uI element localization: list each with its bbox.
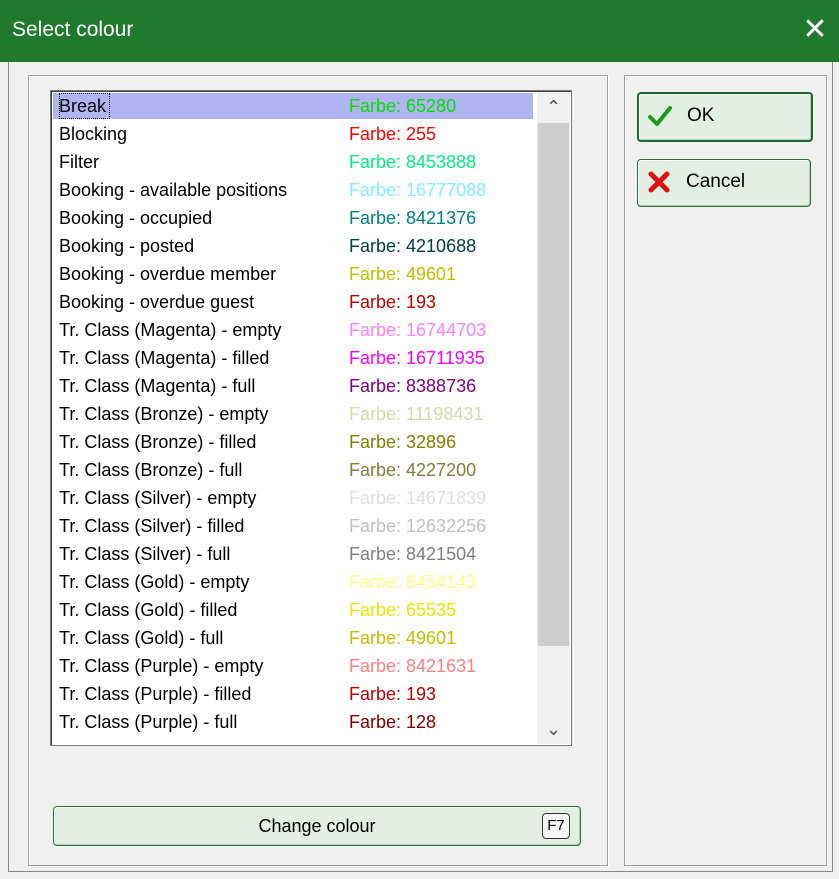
list-item-name: Tr. Class (Purple) - empty (59, 656, 264, 676)
colour-list[interactable]: Tr. Class (Purple) - full Farbe: 128 Tr. C… (50, 90, 572, 746)
list-item-colour-value: Farbe: 4210688 (349, 236, 477, 256)
list-item-name: Tr. Class (Bronze) - full (59, 460, 243, 480)
list-item-colour-value: Farbe: 16777088 (349, 180, 487, 200)
ok-button[interactable]: OK (637, 92, 813, 142)
x-icon (648, 171, 670, 193)
list-item-colour-value: Farbe: 65535 (349, 600, 457, 620)
list-item-colour-value: Farbe: 8421504 (349, 544, 477, 564)
title-bar: Select colour ✕ (0, 0, 839, 62)
change-colour-label: Change colour (258, 816, 376, 836)
list-item-colour-value: Farbe: 49601 (349, 628, 457, 648)
list-item-name: Tr. Class (Magenta) - full (59, 376, 256, 396)
vertical-scrollbar[interactable]: ⌃ ⌄ (537, 92, 570, 744)
list-item-colour-value: Farbe: 193 (349, 292, 437, 312)
list-item[interactable]: Tr. Class (Gold) - filled Farbe: 65535 (53, 597, 533, 623)
list-item[interactable]: Booking - overdue guest Farbe: 193 (53, 289, 533, 315)
list-item-name: Tr. Class (Magenta) - filled (59, 348, 270, 368)
ok-button-label: OK (687, 105, 715, 126)
list-item[interactable]: Tr. Class (Magenta) - full Farbe: 8388736 (53, 373, 533, 399)
list-item[interactable]: Tr. Class (Silver) - filled Farbe: 126322… (53, 513, 533, 539)
list-item-name: Tr. Class (Gold) - empty (59, 572, 250, 592)
list-item-name: Booking - available positions (59, 180, 288, 200)
list-item[interactable]: Tr. Class (Purple) - empty Farbe: 8421631 (53, 653, 533, 679)
list-item-colour-value: Farbe: 14671839 (349, 488, 487, 508)
list-item-colour-value: Farbe: 128 (349, 712, 437, 732)
list-item[interactable]: Tr. Class (Gold) - full Farbe: 49601 (53, 625, 533, 651)
list-item-name: Tr. Class (Bronze) - filled (59, 432, 257, 452)
cancel-button-label: Cancel (686, 171, 746, 192)
list-item[interactable]: Tr. Class (Purple) - full Farbe: 128 (53, 709, 533, 735)
list-item-name: Tr. Class (Magenta) - empty (59, 320, 282, 340)
list-item-name: Booking - overdue member (59, 264, 277, 284)
list-item-name: Tr. Class (Gold) - filled (59, 600, 238, 620)
list-item-name: Tr. Class (Silver) - empty (59, 488, 257, 508)
list-item-colour-value: Farbe: 8421631 (349, 656, 477, 676)
change-colour-button[interactable]: Change colour F7 (53, 806, 581, 846)
list-item-colour-value: Farbe: 11198431 (349, 404, 484, 424)
list-item-name: Tr. Class (Gold) - full (59, 628, 224, 648)
scroll-up-icon[interactable]: ⌃ (537, 92, 570, 122)
list-item[interactable]: Tr. Class (Magenta) - empty Farbe: 167447… (53, 317, 533, 343)
list-item[interactable]: Booking - overdue member Farbe: 49601 (53, 261, 533, 287)
list-item-colour-value: Farbe: 32896 (349, 432, 457, 452)
list-item-colour-value: Farbe: 49601 (349, 264, 457, 284)
list-item[interactable]: Tr. Class (Bronze) - full Farbe: 4227200 (53, 457, 533, 483)
list-item-name: Tr. Class (Purple) - filled (59, 684, 252, 704)
scroll-thumb[interactable] (538, 123, 569, 646)
list-item-name: Filter (59, 152, 99, 172)
list-item-colour-value: Farbe: 8421376 (349, 208, 477, 228)
list-item[interactable]: Tr. Class (Purple) - filled Farbe: 193 (53, 681, 533, 707)
list-item-colour-value: Farbe: 16744703 (349, 320, 487, 340)
list-item-name: Booking - occupied (59, 208, 213, 228)
list-item-name: Tr. Class (Silver) - filled (59, 516, 245, 536)
list-item-colour-value: Farbe: 12632256 (349, 516, 487, 536)
list-item-colour-value: Farbe: 65280 (349, 96, 457, 116)
list-item-colour-value: Farbe: 4227200 (349, 460, 477, 480)
list-item[interactable]: Tr. Class (Silver) - empty Farbe: 1467183… (53, 485, 533, 511)
shortcut-key-badge: F7 (542, 813, 570, 839)
check-icon (648, 106, 672, 126)
list-item[interactable]: Tr. Class (Bronze) - filled Farbe: 32896 (53, 429, 533, 455)
list-item-name: Tr. Class (Bronze) - empty (59, 404, 269, 424)
window-title: Select colour (12, 18, 134, 41)
list-item[interactable]: Booking - available positions Farbe: 1677… (53, 177, 533, 203)
list-item-colour-value: Farbe: 16711935 (349, 348, 485, 368)
list-item-colour-value: Farbe: 8388736 (349, 376, 477, 396)
list-item-name: Booking - posted (59, 236, 195, 256)
list-item[interactable]: Break Farbe: 65280 (53, 93, 533, 119)
list-item-name: Blocking (59, 124, 128, 144)
list-item[interactable]: Tr. Class (Magenta) - filled Farbe: 16711… (53, 345, 533, 371)
list-item-name: Tr. Class (Silver) - full (59, 544, 231, 564)
list-item[interactable]: Tr. Class (Gold) - empty Farbe: 8454143 (53, 569, 533, 595)
list-item[interactable]: Tr. Class (Bronze) - empty Farbe: 1119843… (53, 401, 533, 427)
list-item-name: Tr. Class (Purple) - full (59, 712, 238, 732)
cancel-button[interactable]: Cancel (637, 159, 811, 207)
close-icon[interactable]: ✕ (801, 13, 829, 47)
list-item[interactable]: Blocking Farbe: 255 (53, 121, 533, 147)
list-item-colour-value: Farbe: 8453888 (349, 152, 477, 172)
list-item-colour-value: Farbe: 8454143 (349, 572, 477, 592)
list-item-colour-value: Farbe: 193 (349, 684, 437, 704)
list-item[interactable]: Booking - occupied Farbe: 8421376 (53, 205, 533, 231)
scroll-down-icon[interactable]: ⌄ (537, 714, 570, 744)
list-item[interactable]: Booking - posted Farbe: 4210688 (53, 233, 533, 259)
list-item[interactable]: Tr. Class (Silver) - full Farbe: 8421504 (53, 541, 533, 567)
list-item-colour-value: Farbe: 255 (349, 124, 437, 144)
list-item-name: Booking - overdue guest (59, 292, 255, 312)
list-item[interactable]: Filter Farbe: 8453888 (53, 149, 533, 175)
list-item-name: Break (59, 93, 111, 119)
